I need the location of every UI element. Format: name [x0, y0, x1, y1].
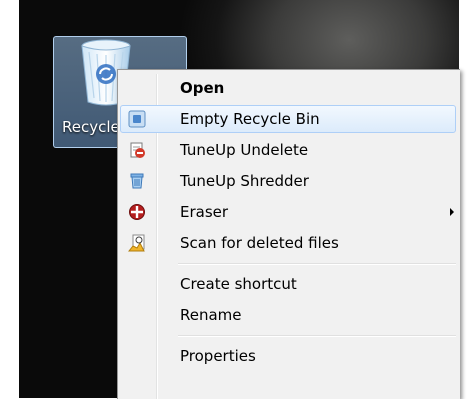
right-frame-border — [459, 0, 471, 398]
menu-item-create-shortcut[interactable]: Create shortcut — [120, 270, 456, 298]
empty-recycle-bin-icon — [128, 110, 146, 128]
menu-item-open[interactable]: Open — [120, 74, 456, 102]
menu-item-empty-recycle-bin[interactable]: Empty Recycle Bin — [120, 105, 456, 133]
menu-item-scan-deleted-files[interactable]: Scan for deleted files — [120, 229, 456, 257]
submenu-arrow-icon — [450, 208, 454, 216]
menu-item-tuneup-undelete[interactable]: TuneUp Undelete — [120, 136, 456, 164]
scan-deleted-files-icon — [128, 234, 145, 252]
menu-item-label: Open — [180, 79, 225, 97]
menu-item-label: Scan for deleted files — [180, 234, 339, 252]
tuneup-undelete-icon — [130, 142, 145, 158]
menu-item-label: TuneUp Shredder — [180, 172, 309, 190]
menu-item-label: Create shortcut — [180, 275, 297, 293]
context-menu: Open Empty Recycle Bin TuneUp Undelete T… — [117, 69, 460, 399]
menu-separator-highlight — [178, 336, 456, 337]
menu-item-rename[interactable]: Rename — [120, 301, 456, 329]
menu-item-label: Eraser — [180, 203, 229, 221]
menu-item-label: Properties — [180, 347, 256, 365]
menu-item-tuneup-shredder[interactable]: TuneUp Shredder — [120, 167, 456, 195]
recycle-bin-label: Recycle — [62, 118, 120, 136]
menu-item-properties[interactable]: Properties — [120, 342, 456, 370]
menu-item-eraser[interactable]: Eraser — [120, 198, 456, 226]
menu-item-label: TuneUp Undelete — [180, 141, 309, 159]
eraser-icon — [129, 204, 145, 220]
tuneup-shredder-icon — [130, 173, 144, 189]
menu-separator-highlight — [178, 264, 456, 265]
menu-item-label: Rename — [180, 306, 242, 324]
menu-item-label: Empty Recycle Bin — [180, 110, 320, 128]
left-frame-border — [0, 0, 19, 398]
